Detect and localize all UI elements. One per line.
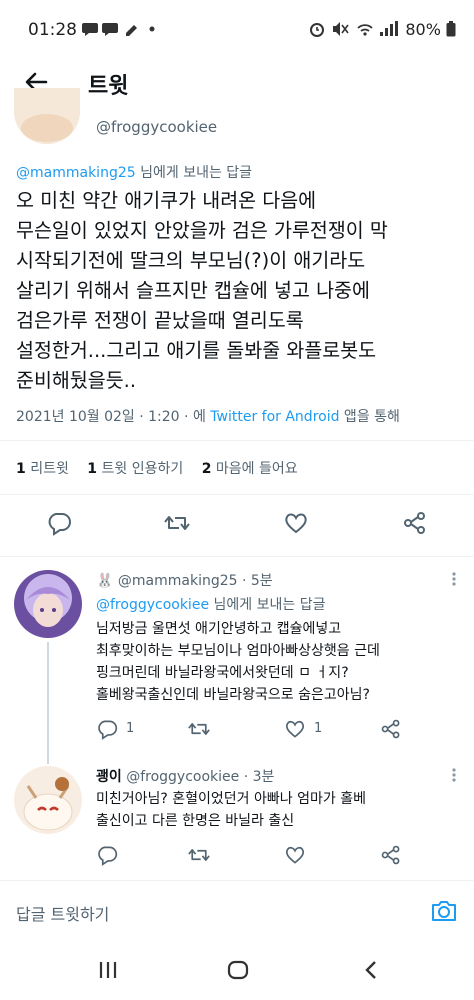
likes-label: 마음에 들어요 (211, 461, 298, 477)
back-icon[interactable] (360, 958, 384, 982)
reply-author-emoji: 🐰 (96, 573, 114, 589)
share-action[interactable] (380, 844, 410, 866)
status-right: 80% (308, 20, 456, 39)
quotes-stat[interactable]: 1 트윗 인용하기 (87, 461, 183, 477)
avatar-image (14, 88, 80, 144)
tweet-date: 2021년 10월 02일 · 1:20 · 에 (16, 409, 211, 425)
more-options-icon[interactable] (444, 768, 464, 782)
replying-to: @froggycookiee 님에게 보내는 답글 (96, 594, 325, 614)
like-action[interactable]: 1 (284, 718, 334, 740)
avatar[interactable] (14, 570, 82, 638)
status-time: 01:28 (28, 20, 77, 40)
reply-icon (98, 720, 118, 740)
reply-to-user-link[interactable]: @froggycookiee (96, 597, 209, 613)
reply-icon (98, 846, 118, 866)
tweet-stats: 1 리트윗 1 트윗 인용하기 2 마음에 들어요 (16, 458, 312, 478)
divider (0, 494, 474, 495)
reply-count: 1 (126, 721, 135, 736)
page-title: 트윗 (88, 74, 129, 99)
quotes-label: 트윗 인용하기 (97, 461, 184, 477)
home-icon[interactable] (226, 958, 250, 982)
divider (0, 440, 474, 441)
likes-stat[interactable]: 2 마음에 들어요 (202, 461, 298, 477)
retweet-icon[interactable] (164, 510, 190, 536)
share-action[interactable] (380, 718, 410, 740)
like-heart-icon (285, 846, 305, 864)
tweet-actions (0, 510, 474, 540)
retweets-count: 1 (16, 461, 26, 477)
reply-header: 🐰 @mammaking25 · 5분 (96, 570, 273, 590)
reply-time: · 3분 (239, 769, 275, 785)
reply-to-user-link[interactable]: @mammaking25 (16, 165, 136, 181)
system-nav-bar (0, 942, 474, 1000)
reply-to-suffix: 님에게 보내는 답글 (135, 165, 253, 181)
thread-line (47, 642, 49, 764)
avatar-image (14, 570, 82, 638)
battery-percent: 80% (405, 20, 441, 39)
battery-icon (446, 21, 456, 37)
replying-to: @mammaking25 님에게 보내는 답글 (16, 162, 252, 182)
tweet-meta: 2021년 10월 02일 · 1:20 · 에 Twitter for And… (16, 406, 400, 426)
tweet-source-suffix: 앱을 통해 (339, 409, 400, 425)
compose-placeholder[interactable]: 답글 트윗하기 (16, 901, 109, 925)
share-icon (381, 719, 400, 739)
more-options-icon[interactable] (444, 572, 464, 586)
reply-text: 님저방금 울면섯 애기안녕하고 캡슐에넣고 최후맞이하는 부모님이나 엄마아빠상… (96, 621, 380, 703)
like-count: 1 (314, 721, 323, 736)
like-heart-icon (285, 720, 305, 738)
camera-icon[interactable] (430, 897, 458, 925)
retweets-label: 리트윗 (25, 461, 69, 477)
status-bar: 01:28 80% (0, 0, 474, 62)
chat-bubble-icon (82, 23, 155, 36)
notification-icons (82, 20, 162, 42)
reply-author-name[interactable]: 괭이 (96, 769, 122, 785)
system-icons (310, 21, 399, 37)
reply-author-handle[interactable]: @froggycookiee (122, 769, 239, 785)
reply-icon[interactable] (46, 510, 72, 536)
retweet-action[interactable] (188, 718, 238, 740)
reply-action[interactable] (96, 844, 146, 866)
reply-header: 괭이 @froggycookiee · 3분 (96, 766, 274, 786)
recent-apps-icon[interactable] (96, 958, 120, 982)
avatar[interactable] (14, 766, 82, 834)
retweet-action[interactable] (188, 844, 238, 866)
retweets-stat[interactable]: 1 리트윗 (16, 461, 69, 477)
share-icon[interactable] (402, 510, 428, 536)
tweet-source-link[interactable]: Twitter for Android (210, 409, 339, 425)
reply-time: · 5분 (237, 573, 273, 589)
tweet-text: 오 미친 약간 애기쿠가 내려온 다음에 무슨일이 있었지 안았을까 검은 가루… (16, 189, 388, 392)
like-heart-icon[interactable] (283, 510, 309, 536)
author-handle[interactable]: @froggycookiee (96, 118, 217, 136)
retweet-icon (188, 849, 210, 861)
quotes-count: 1 (87, 461, 98, 477)
reply-text: 미친거아님? 혼혈이었던거 아빠나 엄마가 홀베 출신이고 다른 한명은 바닐라… (96, 791, 366, 829)
likes-count: 2 (201, 461, 212, 477)
avatar-image (14, 766, 82, 834)
share-icon (381, 845, 400, 865)
reply-to-suffix: 님에게 보내는 답글 (209, 597, 326, 613)
avatar[interactable] (14, 88, 80, 144)
divider (0, 556, 474, 557)
reply-author-handle[interactable]: @mammaking25 (118, 573, 238, 589)
like-action[interactable] (284, 844, 334, 866)
reply-action[interactable]: 1 (96, 718, 146, 740)
retweet-icon (188, 723, 210, 735)
compose-reply-bar[interactable]: 답글 트윗하기 (0, 880, 474, 942)
